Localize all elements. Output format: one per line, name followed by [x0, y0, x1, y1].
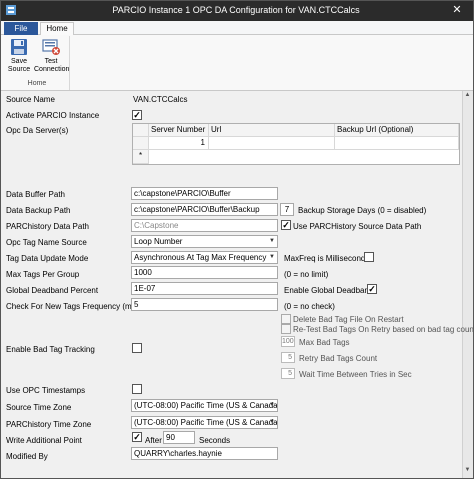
maxfreq-ms-label: MaxFreq is Milliseconds [284, 254, 370, 263]
window-title: PARCIO Instance 1 OPC DA Configuration f… [112, 5, 360, 15]
write-additional-point-label: Write Additional Point [6, 436, 82, 445]
column-header-url[interactable]: Url [209, 124, 335, 137]
activate-checkbox[interactable]: ✓ [132, 110, 142, 120]
use-parchistory-source-label: Use PARCHistory Source Data Path [293, 222, 422, 231]
source-name-label: Source Name [6, 95, 55, 104]
chevron-down-icon: ▼ [269, 238, 275, 244]
tag-data-update-mode-value: Asynchronous At Tag Max Frequency [134, 253, 267, 262]
seconds-label: Seconds [199, 436, 231, 445]
use-parchistory-source-checkbox[interactable]: ✓ [281, 220, 291, 230]
after-label: After [145, 436, 162, 445]
scroll-down-arrow-icon[interactable]: ▼ [462, 467, 473, 477]
backup-storage-days-label: Backup Storage Days (0 = disabled) [298, 206, 427, 215]
save-source-button[interactable]: Save Source [4, 37, 34, 79]
activate-label: Activate PARCIO Instance [6, 111, 100, 120]
column-header-backup-url[interactable]: Backup Url (Optional) [335, 124, 459, 137]
opc-tag-name-source-value: Loop Number [134, 237, 183, 246]
modified-by-input[interactable]: QUARRY\charles.haynie [131, 447, 278, 460]
data-backup-path-label: Data Backup Path [6, 206, 71, 215]
test-connection-label-1: Test [44, 58, 58, 65]
source-time-zone-select[interactable]: (UTC-08:00) Pacific Time (US & Canada) ▼ [131, 399, 278, 412]
tag-data-update-mode-label: Tag Data Update Mode [6, 254, 89, 263]
data-buffer-path-input[interactable]: c:\capstone\PARCIO\Buffer [131, 187, 278, 200]
check-new-tags-frequency-input[interactable]: 5 [131, 298, 278, 311]
enable-global-deadband-checkbox[interactable]: ✓ [367, 284, 377, 294]
chevron-down-icon: ▼ [269, 254, 275, 260]
new-row-marker[interactable]: * [133, 150, 149, 164]
tab-file[interactable]: File [4, 22, 38, 35]
maxfreq-ms-checkbox[interactable] [364, 252, 374, 262]
source-time-zone-label: Source Time Zone [6, 403, 72, 412]
write-additional-point-checkbox[interactable]: ✓ [132, 432, 142, 442]
check-new-tags-frequency-hint: (0 = no check) [284, 302, 335, 311]
max-tags-per-group-input[interactable]: 1000 [131, 266, 278, 279]
connection-icon [41, 37, 61, 57]
retest-bad-tags-label: Re-Test Bad Tags On Retry based on bad t… [293, 325, 474, 334]
save-icon [9, 37, 29, 57]
grid-corner [133, 124, 149, 137]
data-buffer-path-label: Data Buffer Path [6, 190, 65, 199]
opc-servers-label: Opc Da Server(s) [6, 126, 69, 135]
enable-bad-tag-tracking-label: Enable Bad Tag Tracking [6, 345, 95, 354]
row-header[interactable] [133, 137, 149, 150]
new-row[interactable] [149, 150, 459, 164]
max-bad-tags-input[interactable]: 100 [281, 336, 295, 347]
max-tags-per-group-label: Max Tags Per Group [6, 270, 80, 279]
vertical-scrollbar[interactable] [462, 91, 473, 478]
enable-bad-tag-tracking-checkbox[interactable] [132, 343, 142, 353]
additional-point-seconds-input[interactable]: 90 [163, 431, 195, 444]
parchistory-time-zone-value: (UTC-08:00) Pacific Time (US & Canada) [134, 418, 278, 427]
retry-bad-tags-count-label: Retry Bad Tags Count [299, 354, 378, 363]
use-opc-timestamps-checkbox[interactable] [132, 384, 142, 394]
opc-tag-name-source-label: Opc Tag Name Source [6, 238, 87, 247]
chevron-down-icon: ▼ [269, 402, 275, 408]
save-source-label-2: Source [7, 66, 31, 73]
parchistory-data-path-input[interactable]: C:\Capstone [131, 219, 278, 232]
tab-home[interactable]: Home [40, 22, 74, 36]
chevron-down-icon: ▼ [269, 419, 275, 425]
server-number-cell[interactable]: 1 [149, 137, 209, 150]
check-new-tags-frequency-label: Check For New Tags Frequency (min) [6, 302, 141, 311]
global-deadband-percent-label: Global Deadband Percent [6, 286, 99, 295]
url-cell[interactable] [209, 137, 335, 150]
close-icon[interactable]: ✕ [444, 2, 470, 18]
parchistory-data-path-label: PARChistory Data Path [6, 222, 89, 231]
ribbon-panel [1, 35, 473, 91]
opc-servers-grid[interactable]: Server Number Url Backup Url (Optional) … [132, 123, 460, 165]
enable-global-deadband-label: Enable Global Deadband [284, 286, 374, 295]
test-connection-label-2: Connection [34, 66, 70, 73]
scroll-up-arrow-icon[interactable]: ▲ [462, 92, 473, 102]
max-bad-tags-label: Max Bad Tags [299, 338, 350, 347]
global-deadband-percent-input[interactable]: 1E-07 [131, 282, 278, 295]
column-header-server-number[interactable]: Server Number [149, 124, 209, 137]
source-name-value: VAN.CTCCalcs [133, 95, 188, 104]
test-connection-button[interactable]: Test Connection [34, 37, 70, 79]
wait-time-between-tries-input[interactable]: 5 [281, 368, 295, 379]
backup-url-cell[interactable] [335, 137, 459, 150]
wait-time-between-tries-label: Wait Time Between Tries in Sec [299, 370, 412, 379]
ribbon-group-label: Home [27, 80, 47, 87]
retry-bad-tags-count-input[interactable]: 5 [281, 352, 295, 363]
modified-by-label: Modified By [6, 452, 48, 461]
delete-bad-tag-file-label: Delete Bad Tag File On Restart [293, 315, 404, 324]
delete-bad-tag-file-checkbox[interactable] [281, 314, 291, 324]
parchistory-time-zone-label: PARChistory Time Zone [6, 420, 92, 429]
max-tags-per-group-hint: (0 = no limit) [284, 270, 329, 279]
backup-storage-days-input[interactable]: 7 [280, 203, 294, 216]
parchistory-time-zone-select[interactable]: (UTC-08:00) Pacific Time (US & Canada) ▼ [131, 416, 278, 429]
data-backup-path-input[interactable]: c:\capstone\PARCIO\Buffer\Backup [131, 203, 278, 216]
use-opc-timestamps-label: Use OPC Timestamps [6, 386, 86, 395]
tag-data-update-mode-select[interactable]: Asynchronous At Tag Max Frequency ▼ [131, 251, 278, 264]
opc-tag-name-source-select[interactable]: Loop Number ▼ [131, 235, 278, 248]
source-time-zone-value: (UTC-08:00) Pacific Time (US & Canada) [134, 401, 278, 410]
retest-bad-tags-checkbox[interactable] [281, 324, 291, 334]
save-source-label-1: Save [11, 58, 27, 65]
